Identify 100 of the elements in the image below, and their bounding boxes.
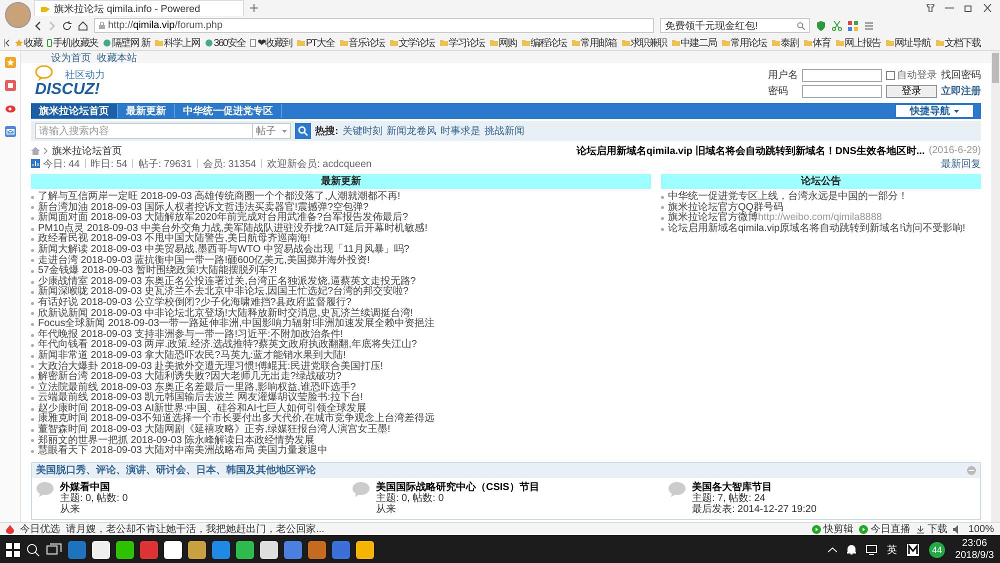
search-button[interactable] — [295, 123, 311, 139]
news-item[interactable]: 年代向钱看 2018-09-03 两岸.政策.经济.选战推特?蔡英文政府执政翻翻,年底将失江山? — [38, 340, 417, 351]
news-item[interactable]: 政经看民视 2018-09-03 不甩中国大陆警告,美日航母齐巡南海! — [38, 234, 310, 245]
hot-search-link[interactable]: 挑战新闻 — [484, 124, 524, 138]
bookmark[interactable]: 编程论坛 — [522, 36, 567, 50]
news-item[interactable]: 新闻深喉咙 2018-09-03 史瓦济兰不去北京中非论坛,因国王忙选妃?台湾的邦交安啦? — [38, 287, 409, 298]
chevron-up-icon[interactable] — [828, 546, 838, 552]
back-icon[interactable] — [34, 20, 42, 30]
bookmark[interactable]: ❤收藏到 — [250, 36, 292, 50]
bookmark[interactable]: 360安全 — [204, 36, 246, 50]
status-headline[interactable]: 请月嫂，老公却不肯让她干活，我把她赶出门，老公回家... — [66, 522, 324, 536]
top-link[interactable]: 收藏本站 — [97, 51, 137, 63]
search-icon[interactable] — [26, 542, 40, 556]
taskbar-app-icon[interactable] — [260, 540, 278, 558]
browser-search-field[interactable]: 免费领千元现金红包! — [660, 18, 810, 33]
bookmark[interactable]: PT大全 — [296, 36, 335, 50]
scrollbar-thumb[interactable] — [992, 53, 999, 83]
password-field[interactable] — [802, 84, 882, 98]
news-item[interactable]: 新闻大解读 2018-09-03 中美贸易战,墨西哥与WTO 中贸易战会出现「11月风暴」吗? — [38, 244, 410, 256]
grid-icon[interactable] — [848, 20, 858, 30]
menu-icon[interactable] — [864, 20, 874, 30]
ime-indicator[interactable]: 英 — [887, 542, 898, 556]
reload-icon[interactable] — [62, 20, 72, 30]
news-item[interactable]: 有话好说 2018-09-03 公立学校倒闭?少子化海啸难挡?县政府监督履行? — [38, 298, 352, 309]
breadcrumb-link[interactable]: 旗米拉论坛首页 — [52, 144, 122, 158]
close-icon[interactable] — [983, 4, 992, 12]
bookmark[interactable]: 体育 — [804, 36, 831, 50]
m-icon[interactable] — [907, 544, 920, 556]
shield-icon[interactable] — [816, 20, 826, 30]
zoom-level[interactable]: 100% — [968, 524, 994, 534]
bookmark[interactable]: 文学论坛 — [390, 36, 435, 50]
status-link[interactable]: 下载 — [927, 522, 948, 536]
hot-search-link[interactable]: 新闻龙卷风 — [386, 124, 436, 138]
nav-tab[interactable]: 中华统一促进党专区 — [175, 104, 282, 118]
star-icon[interactable] — [4, 57, 16, 68]
username-field[interactable] — [802, 68, 882, 82]
search-scope-dropdown[interactable]: 帖子 — [252, 123, 291, 139]
forum-name[interactable]: 外媒看中国 — [60, 482, 128, 493]
status-link[interactable]: 快剪辑 — [823, 522, 854, 536]
collapse-icon[interactable] — [4, 38, 10, 46]
mail-icon[interactable] — [4, 126, 16, 137]
bookmark[interactable]: 手机收藏夹 — [47, 36, 98, 50]
hot-search-link[interactable]: 时事求是 — [440, 124, 480, 138]
quick-nav-button[interactable]: 快捷导航 — [896, 105, 973, 117]
news-item[interactable]: 新闻面对面 2018-09-03 大陆解放军2020年前完成对台用武准备?台军报告发佈最后? — [38, 213, 408, 224]
news-item[interactable]: 董智森时间 2018-09-03 大陆网剧《延禧攻略》正夯,绿媒狂报台湾人演宫女王墨! — [38, 425, 390, 436]
login-button[interactable]: 登录 — [886, 84, 937, 98]
bookmark[interactable]: 网址导航 — [886, 36, 931, 50]
bookmark[interactable]: 泰剧 — [772, 36, 799, 50]
eye-icon[interactable] — [4, 103, 16, 114]
taskbar-app-icon[interactable] — [92, 540, 110, 558]
top-link[interactable]: 设为首页 — [51, 51, 91, 63]
news-item[interactable]: 57金钱爆 2018-09-03 暂时围绕政策!大陆能摆脱列车?! — [38, 266, 277, 277]
discuz-logo[interactable]: 社区动力 DISCUZ! — [31, 68, 105, 98]
news-item[interactable]: Focus全球新闻 2018-09-03一带一路延伸非洲,中国影响力辐射!非洲加速发展全赖中资挹注 — [38, 319, 435, 330]
bookmark[interactable]: 常用论坛 — [722, 36, 767, 50]
taskbar-app-icon[interactable] — [116, 540, 134, 558]
browser-tab[interactable]: 旗米拉论坛 qimila.info - Powered — [34, 0, 244, 16]
notice-item[interactable]: 论坛启用新域名qimila.vip原域名将自动跳转到新域名!访问不受影响! — [668, 224, 966, 234]
clock-time[interactable]: 23:06 — [962, 538, 988, 550]
news-item[interactable]: 新闻非常道 2018-09-03 拿大陆恐吓农民?马英九:蓝才能销水果到大陆! — [38, 350, 346, 362]
bookmark[interactable]: 学习论坛 — [440, 36, 485, 50]
bookmark[interactable]: 常用邮箱 — [572, 36, 617, 50]
bookmark[interactable]: 中建二局 — [672, 36, 717, 50]
forgot-password-link[interactable]: 找回密码 — [941, 68, 981, 82]
task-view-icon[interactable] — [46, 542, 62, 556]
address-bar[interactable]: http://qimila.vip/forum.php — [94, 18, 654, 33]
news-item[interactable]: 了解与互信两岸一定旺 2018-09-03 高雄传统商圈一个个都没落了,人潮就潮都不再! — [38, 192, 400, 203]
forum-name[interactable]: 美国国际战略研究中心（CSIS）节目 — [376, 482, 540, 493]
nav-tab[interactable]: 最新更新 — [118, 104, 175, 118]
news-item[interactable]: 云端最前线 2018-09-03 凯元韩国输后去波兰 网友灌爆胡议莹脸书:拉下台! — [38, 393, 364, 404]
note-icon[interactable] — [4, 80, 16, 91]
hot-search-link[interactable]: 关键时刻 — [342, 124, 382, 138]
bookmark[interactable]: 网购 — [490, 36, 517, 50]
shirt-icon[interactable] — [926, 4, 935, 12]
taskbar-app-icon[interactable] — [164, 540, 182, 558]
forum-name[interactable]: 美国各大智库节目 — [692, 482, 817, 493]
register-link[interactable]: 立即注册 — [941, 84, 981, 98]
news-item[interactable]: 解密新台湾 2018-09-03 大陆利诱失败?因大老师几无出走?绿战破功? — [38, 372, 342, 383]
announcement-link[interactable]: 论坛启用新域名qimila.vip 旧域名将会自动跳转到新域名！DNS生效各地区时... — [576, 144, 925, 158]
bell-icon[interactable] — [847, 544, 856, 554]
windows-start-icon[interactable] — [6, 542, 20, 556]
status-link[interactable]: 今日直播 — [870, 522, 910, 536]
bookmark[interactable]: 求职兼职 — [622, 36, 667, 50]
notice-item[interactable]: 中华统一促进党专区上线，台湾永远是中国的一部分！ — [668, 192, 908, 203]
new-tab-icon[interactable] — [250, 4, 258, 12]
scissors-icon[interactable] — [832, 20, 842, 30]
taskbar-app-icon[interactable] — [356, 540, 374, 558]
taskbar-app-icon[interactable] — [188, 540, 206, 558]
bookmark[interactable]: 隔壁网 新 — [103, 36, 150, 50]
bookmark[interactable]: 收藏 — [15, 36, 42, 50]
restore-icon[interactable] — [964, 4, 973, 12]
home-icon[interactable] — [78, 20, 88, 30]
nav-tab[interactable]: 旗米拉论坛首页 — [31, 104, 118, 118]
clock-date[interactable]: 2018/9/3 — [955, 550, 994, 562]
monitor-icon[interactable] — [866, 544, 878, 554]
bookmark[interactable]: 科学上网 — [154, 36, 200, 50]
auto-login-checkbox[interactable]: 自动登录 — [886, 68, 937, 82]
bookmark[interactable]: 文档下载 — [936, 36, 981, 50]
notice-item[interactable]: 旗米拉论坛官方微博http://weibo.com/qimila8888 — [668, 213, 882, 224]
